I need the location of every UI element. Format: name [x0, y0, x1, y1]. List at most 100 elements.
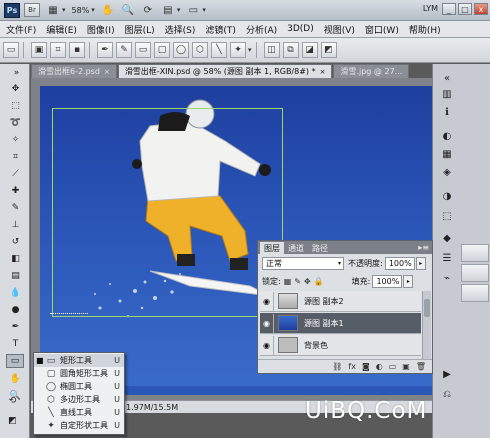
rotate-3d-icon[interactable]: ⟲: [6, 394, 19, 407]
panel-menu-icon[interactable]: ▸≡: [418, 243, 429, 252]
intersect-shape-icon[interactable]: ◩: [320, 42, 337, 58]
flyout-item-rectangle[interactable]: ■ ▭ 矩形工具 U: [34, 354, 124, 367]
rectangle-tool-icon[interactable]: ▭: [6, 354, 24, 368]
flyout-item-polygon[interactable]: ⬡ 多边形工具 U: [34, 393, 124, 406]
dock-expand-icon[interactable]: «: [438, 70, 456, 87]
flyout-item-ellipse[interactable]: ◯ 椭圆工具 U: [34, 380, 124, 393]
color-swatch-icon[interactable]: ◩: [6, 414, 19, 427]
tool-preset-picker[interactable]: ▭: [3, 42, 19, 58]
adjustment-layer-icon[interactable]: ◐: [376, 362, 383, 371]
shape-layers-icon[interactable]: ▣: [31, 42, 47, 58]
scrollbar-thumb[interactable]: [424, 299, 430, 317]
new-shape-icon[interactable]: ◫: [263, 42, 280, 58]
lock-all-icon[interactable]: 🔒: [314, 277, 324, 286]
opacity-input[interactable]: 100%: [384, 257, 415, 270]
visibility-eye-icon[interactable]: ◉: [260, 335, 274, 355]
new-layer-icon[interactable]: ▣: [402, 362, 410, 371]
menu-3d[interactable]: 3D(D): [282, 24, 319, 34]
visibility-eye-icon[interactable]: ◉: [260, 291, 274, 311]
history-brush-icon[interactable]: ↺: [9, 235, 22, 248]
flyout-item-line[interactable]: ╲ 直线工具 U: [34, 406, 124, 419]
screen-mode-icon[interactable]: ▭: [186, 4, 200, 17]
paths-dock-icon[interactable]: ⌁: [438, 270, 456, 287]
dock-panel-button[interactable]: [461, 244, 489, 262]
hand-tool-icon[interactable]: ✋: [101, 4, 115, 17]
dodge-tool-icon[interactable]: ●: [9, 303, 22, 316]
layer-row[interactable]: ◉ 背景色: [260, 335, 421, 356]
lock-position-icon[interactable]: ✥: [304, 277, 311, 286]
polygon-icon[interactable]: ⬡: [192, 42, 208, 58]
menu-image[interactable]: 图像(I): [82, 23, 120, 36]
rectangle-shape-icon[interactable]: ▭: [135, 42, 151, 58]
zoom-tool-icon[interactable]: 🔍: [121, 4, 135, 17]
tab-close-icon[interactable]: ×: [104, 68, 110, 76]
flyout-item-custom-shape[interactable]: ✦ 自定形状工具 U: [34, 419, 124, 432]
lock-transparency-icon[interactable]: ▦: [284, 277, 292, 286]
line-icon[interactable]: ╲: [211, 42, 227, 58]
quick-select-icon[interactable]: ✧: [9, 133, 22, 146]
fill-pixels-icon[interactable]: ▪: [69, 42, 85, 58]
bridge-button[interactable]: Br: [24, 3, 40, 17]
lock-image-icon[interactable]: ✎: [294, 277, 301, 286]
tab-document-1[interactable]: 滑雪出框6-2.psd ×: [31, 64, 117, 78]
eraser-icon[interactable]: ◧: [9, 252, 22, 265]
user-name[interactable]: LYM: [423, 4, 438, 13]
ellipse-icon[interactable]: ◯: [173, 42, 189, 58]
menu-file[interactable]: 文件(F): [0, 23, 41, 36]
arrange-documents-icon[interactable]: ▤: [161, 4, 175, 17]
panel-collapse-icon[interactable]: »: [10, 66, 23, 79]
link-layers-icon[interactable]: ⛓: [332, 362, 342, 371]
layers-dock-icon[interactable]: ◆: [438, 230, 456, 247]
menu-layer[interactable]: 图层(L): [120, 23, 160, 36]
info-icon[interactable]: ℹ: [438, 104, 456, 121]
opacity-slider-button[interactable]: ▸: [415, 257, 426, 270]
masks-icon[interactable]: ⬚: [438, 208, 456, 225]
delete-layer-icon[interactable]: 🗑: [416, 362, 426, 371]
layer-row[interactable]: ◉ 源图 副本1: [260, 313, 421, 334]
styles-icon[interactable]: ◈: [438, 164, 456, 181]
subtract-shape-icon[interactable]: ◪: [301, 42, 318, 58]
hand-tool-icon[interactable]: ✋: [9, 372, 22, 385]
pen-tool-icon[interactable]: ✒: [97, 42, 113, 58]
histogram-icon[interactable]: ▥: [438, 86, 456, 103]
dock-panel-button[interactable]: [461, 284, 489, 302]
view-extras-icon[interactable]: ▦: [46, 4, 60, 17]
tab-document-3[interactable]: 滑雪.jpg @ 27...: [333, 64, 410, 78]
channels-icon[interactable]: ☰: [438, 250, 456, 267]
layer-row[interactable]: ◉ 源图 副本2: [260, 291, 421, 312]
adjustments-icon[interactable]: ◑: [438, 188, 456, 205]
gradient-icon[interactable]: ▤: [9, 269, 22, 282]
custom-shape-icon[interactable]: ✦: [230, 42, 246, 58]
tab-close-icon[interactable]: ×: [320, 68, 326, 76]
type-tool-icon[interactable]: T: [9, 337, 22, 350]
menu-view[interactable]: 视图(V): [319, 23, 360, 36]
menu-window[interactable]: 窗口(W): [360, 23, 404, 36]
color-icon[interactable]: ◐: [438, 128, 456, 145]
rounded-rectangle-icon[interactable]: ▢: [154, 42, 170, 58]
blur-tool-icon[interactable]: 💧: [9, 286, 22, 299]
menu-help[interactable]: 帮助(H): [404, 23, 446, 36]
eyedropper-icon[interactable]: ⟋: [9, 167, 22, 180]
paths-icon[interactable]: ⌗: [50, 42, 66, 58]
layer-style-icon[interactable]: fx: [348, 362, 356, 371]
tab-layers[interactable]: 图层: [260, 242, 284, 254]
crop-tool-icon[interactable]: ⌗: [9, 150, 22, 163]
lasso-tool-icon[interactable]: ➰: [9, 116, 22, 129]
blend-mode-select[interactable]: 正常 ▾: [262, 257, 344, 270]
add-shape-icon[interactable]: ⧉: [282, 42, 299, 58]
actions-icon[interactable]: ▶: [438, 366, 456, 383]
history-icon[interactable]: ⎌: [438, 386, 456, 403]
brush-tool-icon[interactable]: ✎: [9, 201, 22, 214]
tab-document-2[interactable]: 滑雪出框-XIN.psd @ 58% (源图 副本 1, RGB/8#) * ×: [117, 64, 333, 78]
tab-paths[interactable]: 路径: [308, 242, 332, 254]
maximize-button[interactable]: □: [458, 3, 472, 15]
fill-input[interactable]: 100%: [372, 275, 403, 288]
selection-frame[interactable]: [52, 108, 283, 317]
swatches-icon[interactable]: ▦: [438, 146, 456, 163]
menu-analysis[interactable]: 分析(A): [241, 23, 282, 36]
layers-scrollbar[interactable]: [422, 291, 431, 360]
menu-filter[interactable]: 滤镜(T): [200, 23, 241, 36]
healing-brush-icon[interactable]: ✚: [9, 184, 22, 197]
flyout-item-rounded-rectangle[interactable]: ▢ 圆角矩形工具 U: [34, 367, 124, 380]
fill-slider-button[interactable]: ▸: [403, 275, 414, 288]
